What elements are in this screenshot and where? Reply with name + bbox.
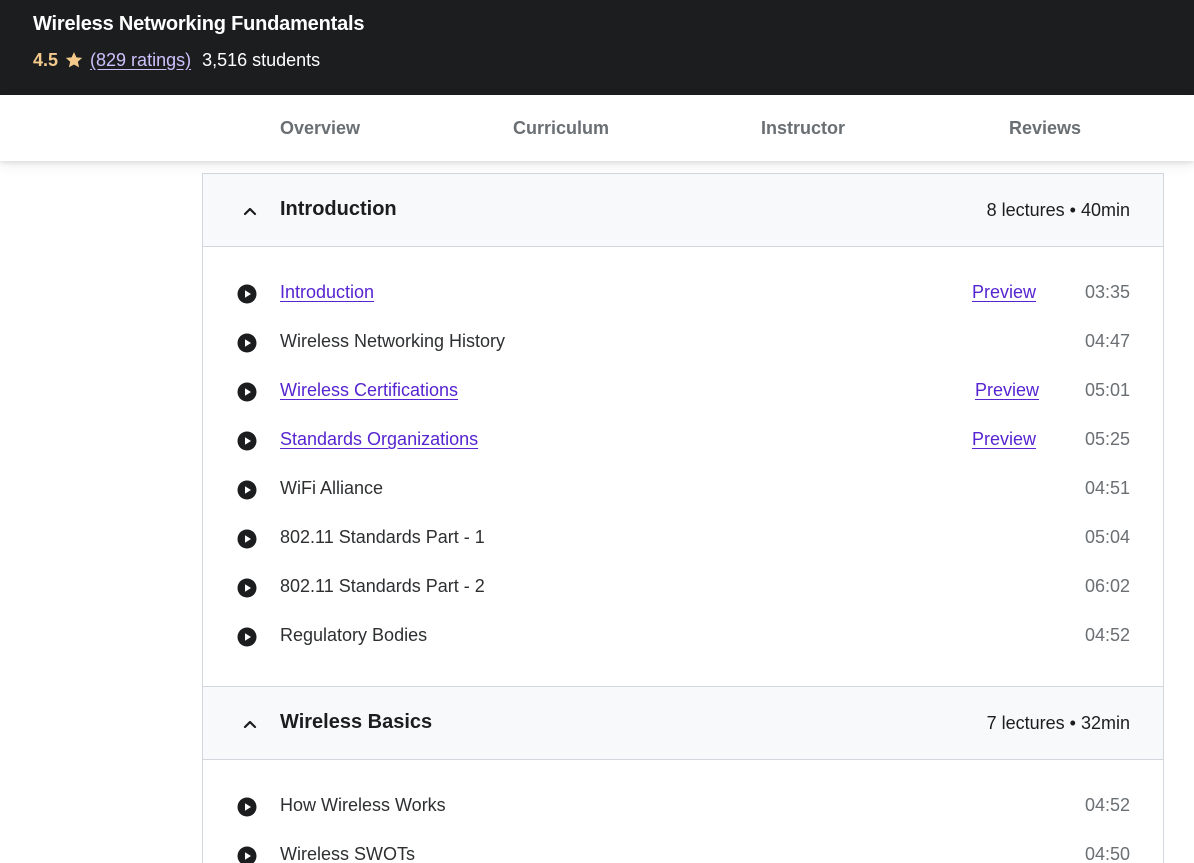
lecture-duration: 04:50 xyxy=(1084,844,1130,863)
section-header-introduction[interactable]: Introduction 8 lectures • 40min xyxy=(203,174,1163,247)
lecture-item: Wireless Certifications Preview 05:01 xyxy=(203,367,1163,416)
lecture-title-link[interactable]: Introduction xyxy=(280,282,374,303)
lecture-item: How Wireless Works 04:52 xyxy=(203,782,1163,831)
tab-curriculum[interactable]: Curriculum xyxy=(441,95,681,161)
play-icon xyxy=(237,578,257,598)
preview-link[interactable]: Preview xyxy=(975,380,1039,401)
tab-overview[interactable]: Overview xyxy=(200,95,440,161)
lecture-duration: 04:52 xyxy=(1084,625,1130,645)
rating-value: 4.5 xyxy=(33,49,59,70)
preview-link[interactable]: Preview xyxy=(972,429,1036,450)
section-header-wireless-basics[interactable]: Wireless Basics 7 lectures • 32min xyxy=(203,687,1163,760)
course-title: Wireless Networking Fundamentals xyxy=(33,13,365,35)
lecture-item: Wireless SWOTs 04:50 xyxy=(203,831,1163,863)
play-icon xyxy=(237,529,257,549)
play-icon xyxy=(237,382,257,402)
tab-instructor[interactable]: Instructor xyxy=(683,95,923,161)
play-icon xyxy=(237,627,257,647)
lecture-title: Regulatory Bodies xyxy=(280,625,428,645)
lecture-title: Wireless Networking History xyxy=(280,331,506,351)
play-icon xyxy=(237,431,257,451)
lecture-duration: 06:02 xyxy=(1084,576,1130,596)
chevron-up-icon xyxy=(243,720,257,729)
preview-link[interactable]: Preview xyxy=(972,282,1036,303)
lecture-title: Wireless SWOTs xyxy=(280,844,415,863)
lecture-duration: 05:04 xyxy=(1084,527,1130,547)
lecture-item: Wireless Networking History 04:47 xyxy=(203,318,1163,367)
play-icon xyxy=(237,480,257,500)
section-meta: 7 lectures • 32min xyxy=(986,713,1130,733)
lecture-item: Regulatory Bodies 04:52 xyxy=(203,612,1163,661)
lecture-title-link[interactable]: Standards Organizations xyxy=(280,429,478,450)
section-title: Wireless Basics xyxy=(280,711,433,733)
lecture-item: WiFi Alliance 04:51 xyxy=(203,465,1163,514)
lecture-duration: 05:25 xyxy=(1084,429,1130,449)
play-icon xyxy=(237,797,257,817)
star-icon xyxy=(65,52,83,68)
tab-bar: Overview Curriculum Instructor Reviews xyxy=(0,95,1194,161)
tab-reviews[interactable]: Reviews xyxy=(925,95,1165,161)
lecture-title: How Wireless Works xyxy=(280,795,446,815)
lecture-duration: 04:52 xyxy=(1084,795,1130,815)
lecture-list: Introduction Preview 03:35 Wireless Netw… xyxy=(203,247,1163,687)
section-title: Introduction xyxy=(280,198,397,220)
lecture-title: 802.11 Standards Part - 1 xyxy=(280,527,485,547)
lecture-duration: 05:01 xyxy=(1084,380,1130,400)
play-icon xyxy=(237,333,257,353)
ratings-count-link[interactable]: (829 ratings) xyxy=(90,50,191,71)
rating-row: 4.5 (829 ratings) 3,516 students xyxy=(33,48,320,72)
students-count: 3,516 students xyxy=(202,49,321,70)
play-icon xyxy=(237,846,257,863)
section-meta: 8 lectures • 40min xyxy=(986,200,1130,220)
lecture-duration: 04:51 xyxy=(1084,478,1130,498)
lecture-duration: 04:47 xyxy=(1084,331,1130,351)
lecture-list: How Wireless Works 04:52 Wireless SWOTs … xyxy=(203,760,1163,863)
curriculum-panel: Introduction 8 lectures • 40min Introduc… xyxy=(202,173,1164,863)
lecture-duration: 03:35 xyxy=(1084,282,1130,302)
lecture-item: Introduction Preview 03:35 xyxy=(203,269,1163,318)
lecture-item: 802.11 Standards Part - 2 06:02 xyxy=(203,563,1163,612)
lecture-title: WiFi Alliance xyxy=(280,478,384,498)
course-header: Wireless Networking Fundamentals 4.5 (82… xyxy=(0,0,1194,95)
chevron-up-icon xyxy=(243,207,257,216)
lecture-title-link[interactable]: Wireless Certifications xyxy=(280,380,458,401)
lecture-item: Standards Organizations Preview 05:25 xyxy=(203,416,1163,465)
lecture-title: 802.11 Standards Part - 2 xyxy=(280,576,485,596)
lecture-item: 802.11 Standards Part - 1 05:04 xyxy=(203,514,1163,563)
play-icon xyxy=(237,284,257,304)
